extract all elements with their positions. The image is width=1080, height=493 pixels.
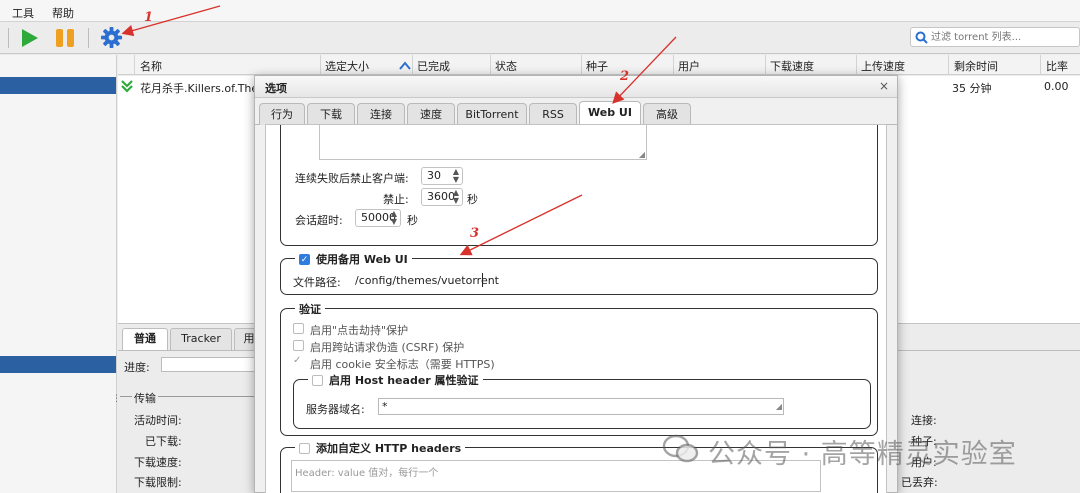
tab-bittorrent[interactable]: BitTorrent [457,103,527,125]
clickjacking-label: 启用"点击劫持"保护 [310,324,409,337]
row-eta: 35 分钟 [952,82,992,95]
file-path-input[interactable]: /config/themes/vuetorrent [355,274,499,287]
text-cursor [482,273,483,287]
col-eta[interactable]: 剩余时间 [954,58,998,74]
tab-speed[interactable]: 速度 [407,103,455,125]
progress-label: 进度: [124,361,150,374]
annotation-2: 2 [620,69,630,84]
wechat-icon [662,434,699,463]
resize-grip-icon: ◢ [775,402,782,411]
tab-behavior[interactable]: 行为 [259,103,305,125]
dl-speed-label: 下载速度: [134,456,182,469]
menu-bar: 工具 帮助 [0,0,1080,22]
ban-for-stepper[interactable]: 3600 ▲ ▼ [421,188,463,206]
transfer-legend: 传输 [132,390,158,406]
stepper-arrows-icon: ▲ ▼ [390,209,398,226]
alt-webui-legend: ✓ 使用备用 Web UI [295,251,412,267]
col-status[interactable]: 状态 [495,58,517,74]
stepper-arrows-icon: ▲ ▼ [452,188,460,205]
search-icon [915,31,928,44]
dl-limit-label: 下载限制: [134,476,182,489]
sort-up-icon [399,61,411,70]
tab-general[interactable]: 普通 [122,328,168,350]
play-icon[interactable] [20,27,40,49]
downloading-icon [121,80,133,93]
close-icon[interactable]: × [879,79,889,93]
session-timeout-stepper[interactable]: 50000 ▲ ▼ [355,209,401,227]
menu-help[interactable]: 帮助 [52,5,74,21]
tab-webui[interactable]: Web UI [579,101,641,125]
active-time-label: 活动时间: [134,414,182,427]
cookie-checkbox[interactable]: ✓ [293,355,301,366]
seconds-unit: 秒 [467,193,478,206]
sidebar-selected-item[interactable] [0,356,116,373]
filter-box[interactable] [910,27,1080,47]
tab-connection[interactable]: 连接 [357,103,405,125]
host-header-checkbox[interactable] [312,374,323,386]
col-name[interactable]: 名称 [140,58,162,74]
server-domains-input[interactable]: * ◢ [378,398,784,415]
sidebar [0,55,117,493]
custom-headers-checkbox[interactable] [299,442,310,454]
stepper-arrows-icon: ▲ ▼ [452,167,460,184]
col-ratio[interactable]: 比率 [1046,58,1068,74]
col-seeds[interactable]: 种子 [586,58,608,74]
host-header-legend: 启用 Host header 属性验证 [308,372,483,388]
host-header-fieldset: 启用 Host header 属性验证 服务器域名: * ◢ [293,372,871,429]
options-dialog: 选项 × 行为 下载 连接 速度 BitTorrent RSS Web UI 高… [254,75,898,493]
custom-headers-legend: 添加自定义 HTTP headers [295,440,466,456]
torrent-table-header: 名称 选定大小 已完成 状态 种子 用户 下载速度 上传速度 剩余时间 比率 [118,55,1080,75]
col-up-speed[interactable]: 上传速度 [861,58,905,74]
cookie-label: 启用 cookie 安全标志（需要 HTTPS) [310,358,495,371]
ip-whitelist-textarea[interactable]: ◢ [319,125,647,160]
progress-bar [161,357,261,372]
alt-webui-fieldset: ✓ 使用备用 Web UI 文件路径: /config/themes/vueto… [280,251,878,295]
auth-legend: 验证 [295,301,325,317]
ban-for-label: 禁止: [383,193,409,206]
toolbar [0,22,1080,54]
row-name: 花月杀手.Killers.of.The. [140,82,262,95]
tab-downloads[interactable]: 下载 [307,103,355,125]
tab-tracker[interactable]: Tracker [170,328,232,350]
dialog-titlebar[interactable]: 选项 × [255,76,897,98]
connections-label: 连接: [911,414,937,427]
clickjacking-checkbox[interactable] [293,323,304,334]
tab-advanced[interactable]: 高级 [643,103,691,125]
alt-webui-checkbox[interactable]: ✓ [299,253,310,265]
seconds-unit: 秒 [407,214,418,227]
tab-rss[interactable]: RSS [529,103,577,125]
ban-after-label: 连续失败后禁止客户端: [295,172,409,185]
col-dl-speed[interactable]: 下载速度 [770,58,814,74]
annotation-1: 1 [144,10,154,25]
col-done[interactable]: 已完成 [417,58,450,74]
toolbar-separator [8,28,9,48]
gear-icon[interactable] [100,26,123,49]
col-peers[interactable]: 用户 [678,58,700,74]
toolbar-separator [88,28,89,48]
row-ratio: 0.00 [1044,80,1069,93]
wasted-label: 已丢弃: [901,476,938,489]
col-selected-size[interactable]: 选定大小 [325,58,369,74]
dialog-title: 选项 [265,82,287,95]
session-timeout-label: 会话超时: [295,214,343,227]
filter-input[interactable] [931,29,1076,45]
auth-fieldset: 验证 启用"点击劫持"保护 启用跨站请求伪造 (CSRF) 保护 ✓ 启用 co… [280,301,878,436]
ban-after-stepper[interactable]: 30 ▲ ▼ [421,167,463,185]
security-fieldset: ◢ 连续失败后禁止客户端: 30 ▲ ▼ 禁止: 3600 ▲ ▼ 秒 会话超时: 50… [280,125,878,246]
pause-icon[interactable] [54,27,76,49]
file-path-label: 文件路径: [293,276,341,289]
server-domains-label: 服务器域名: [306,403,365,416]
downloaded-label: 已下载: [145,435,182,448]
sidebar-selected-item[interactable] [0,77,116,94]
resize-grip-icon: ◢ [638,150,645,159]
menu-tools[interactable]: 工具 [12,5,34,21]
annotation-3: 3 [470,226,480,241]
watermark-text: 公众号 · 高等精灵实验室 [708,439,1017,470]
csrf-label: 启用跨站请求伪造 (CSRF) 保护 [310,341,465,354]
csrf-checkbox[interactable] [293,340,304,351]
